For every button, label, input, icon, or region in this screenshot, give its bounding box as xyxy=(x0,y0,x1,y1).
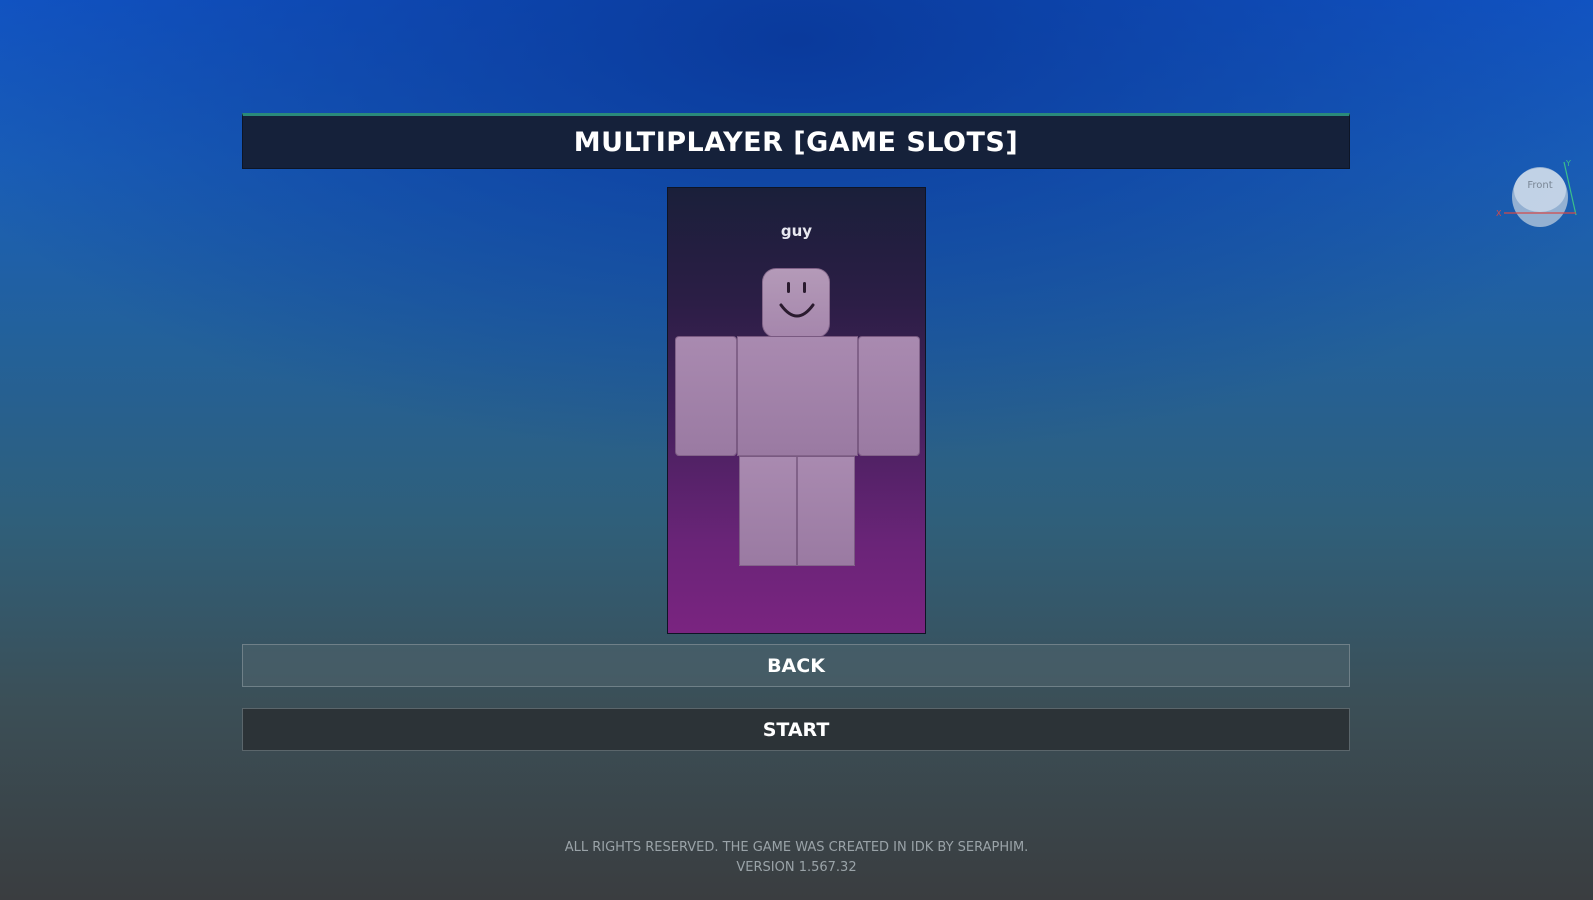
axis-x-label: X xyxy=(1496,209,1502,218)
start-button[interactable]: START xyxy=(242,708,1350,751)
axis-y-label: Y xyxy=(1565,160,1571,168)
avatar-left-leg xyxy=(739,456,797,566)
avatar-left-arm xyxy=(675,336,737,456)
page-title: MULTIPLAYER [GAME SLOTS] xyxy=(573,126,1019,158)
view-cube-face-label: Front xyxy=(1527,180,1552,191)
smile-face-icon xyxy=(779,282,815,318)
version-text: VERSION 1.567.32 xyxy=(736,860,857,875)
avatar-right-leg xyxy=(797,456,855,566)
view-cube-icon[interactable]: Y X Front xyxy=(1490,160,1580,235)
avatar xyxy=(668,188,927,635)
title-bar: MULTIPLAYER [GAME SLOTS] xyxy=(242,113,1350,169)
footer: ALL RIGHTS RESERVED. THE GAME WAS CREATE… xyxy=(0,838,1593,878)
back-button[interactable]: BACK xyxy=(242,644,1350,687)
copyright-text: ALL RIGHTS RESERVED. THE GAME WAS CREATE… xyxy=(564,840,1029,855)
avatar-torso xyxy=(737,336,858,456)
avatar-right-arm xyxy=(858,336,920,456)
game-slot-card[interactable]: guy xyxy=(667,187,926,634)
avatar-head xyxy=(762,268,830,338)
